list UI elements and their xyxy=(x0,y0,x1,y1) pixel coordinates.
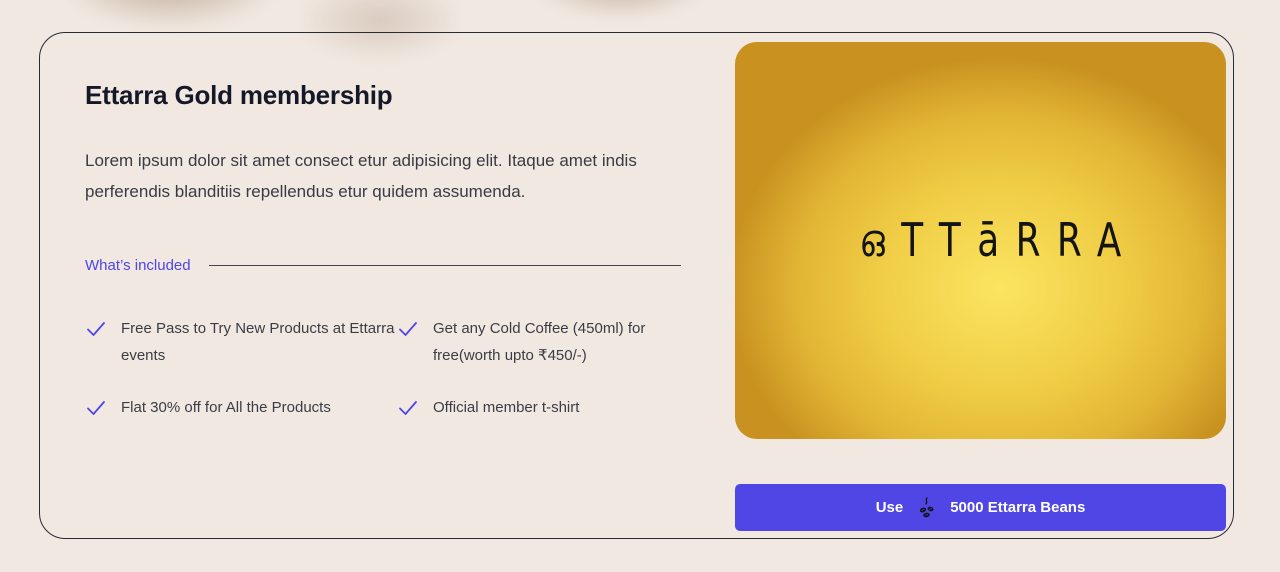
feature-item: Get any Cold Coffee (450ml) for free(wor… xyxy=(397,316,685,369)
check-icon xyxy=(399,401,417,415)
divider xyxy=(208,264,681,266)
feature-item: Free Pass to Try New Products at Ettarra… xyxy=(85,316,397,369)
check-icon xyxy=(87,322,105,336)
whats-included-label: What’s included xyxy=(85,256,191,274)
feature-text: Free Pass to Try New Products at Ettarra… xyxy=(121,320,395,364)
membership-description: Lorem ipsum dolor sit amet consect etur … xyxy=(85,151,637,201)
feature-item: Flat 30% off for All the Products xyxy=(85,395,397,421)
membership-title: Ettarra Gold membership xyxy=(85,80,393,110)
feature-item: Official member t-shirt xyxy=(397,395,685,421)
use-label: Use xyxy=(875,499,904,516)
features-list: Free Pass to Try New Products at Ettarra… xyxy=(85,316,685,421)
coffee-beans-icon xyxy=(920,496,934,517)
membership-card-image: ഒTTāRRA xyxy=(735,42,1226,439)
whats-included-header: What’s included xyxy=(85,255,681,275)
use-beans-button[interactable]: Use 5000 Ettarra Beans xyxy=(735,484,1226,531)
check-icon xyxy=(87,401,105,415)
beans-label: 5000 Ettarra Beans xyxy=(950,499,1086,516)
check-icon xyxy=(399,322,417,336)
ettarra-logo: ഒTTāRRA xyxy=(859,212,1138,267)
feature-text: Flat 30% off for All the Products xyxy=(121,399,331,416)
feature-text: Get any Cold Coffee (450ml) for free(wor… xyxy=(433,320,646,364)
feature-text: Official member t-shirt xyxy=(433,399,580,416)
